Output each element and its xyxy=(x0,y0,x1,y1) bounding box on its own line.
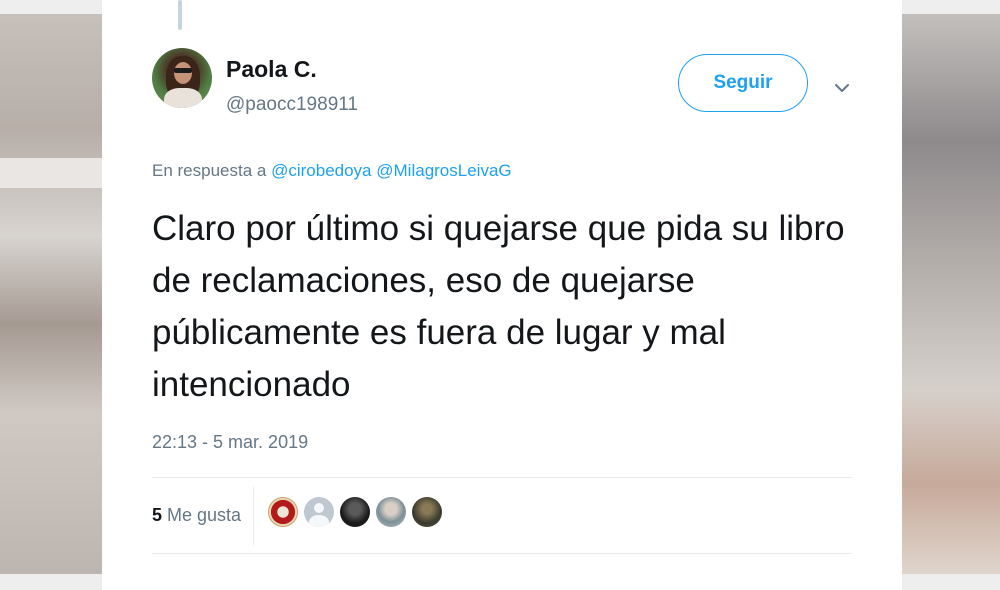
avatar-body xyxy=(164,88,202,108)
avatar-face xyxy=(174,62,192,84)
mention-link[interactable]: @cirobedoya xyxy=(271,161,371,180)
liker-avatar[interactable] xyxy=(412,497,442,527)
tweet-text: Claro por último si quejarse que pida su… xyxy=(152,209,845,404)
author-avatar[interactable] xyxy=(152,48,212,108)
reply-context: En respuesta a @cirobedoya @MilagrosLeiv… xyxy=(152,161,512,181)
background-band xyxy=(0,0,102,14)
mention-link[interactable]: @MilagrosLeivaG xyxy=(376,161,511,180)
likes-count: 5 xyxy=(152,505,163,525)
thread-connector-line xyxy=(178,0,182,30)
liker-avatar[interactable] xyxy=(340,497,370,527)
background-left xyxy=(0,0,102,590)
tweet-timestamp[interactable]: 22:13 - 5 mar. 2019 xyxy=(152,432,308,453)
likes-stat[interactable]: 5 Me gusta xyxy=(152,505,241,526)
background-right xyxy=(902,0,1000,590)
divider xyxy=(152,553,852,554)
background-band xyxy=(0,158,102,188)
author-handle[interactable]: @paocc198911 xyxy=(226,94,358,116)
author-name[interactable]: Paola C. xyxy=(226,56,317,83)
reply-prefix: En respuesta a xyxy=(152,161,267,180)
liker-avatars xyxy=(268,497,442,527)
stats-separator xyxy=(253,487,254,545)
liker-avatar[interactable] xyxy=(268,497,298,527)
divider xyxy=(152,477,852,478)
liker-avatar[interactable] xyxy=(304,497,334,527)
tweet-card: Paola C. @paocc198911 Seguir En respuest… xyxy=(102,0,902,590)
background-band xyxy=(0,574,102,590)
liker-avatar[interactable] xyxy=(376,497,406,527)
background-band xyxy=(902,0,1000,14)
avatar-sunglasses xyxy=(174,68,192,73)
likes-label: Me gusta xyxy=(167,505,242,525)
follow-button[interactable]: Seguir xyxy=(678,54,808,112)
background-band xyxy=(902,574,1000,590)
chevron-down-icon[interactable] xyxy=(832,78,852,98)
